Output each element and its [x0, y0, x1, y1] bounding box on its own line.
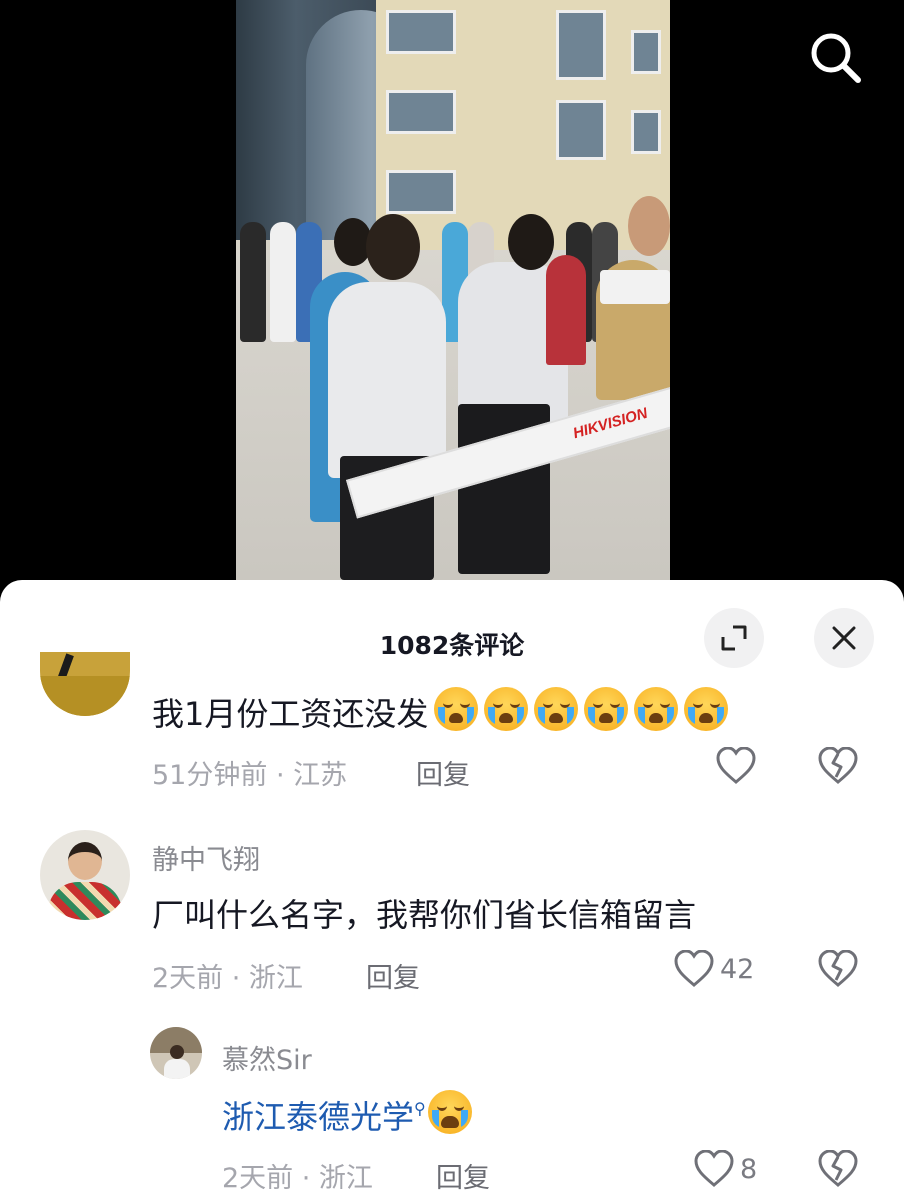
crying-emoji-icon: [584, 687, 629, 731]
like-count: 42: [720, 953, 755, 985]
comment-username[interactable]: 静中飞翔: [152, 838, 260, 877]
heart-icon: [674, 950, 714, 987]
reply-button[interactable]: 回复: [436, 1156, 490, 1195]
laughing-emoji-icon: [427, 1090, 472, 1134]
avatar[interactable]: [150, 1027, 202, 1079]
reply-text[interactable]: 浙江泰德光学⚲: [222, 1090, 472, 1138]
building-right: [376, 0, 670, 250]
avatar[interactable]: [40, 652, 130, 716]
comment-time: 2天前 · 浙江: [152, 963, 303, 994]
crying-emoji-icon: [634, 687, 679, 731]
reply-time: 2天前 · 浙江: [222, 1163, 373, 1194]
search-icon: [811, 33, 861, 83]
search-small-icon[interactable]: ⚲: [414, 1099, 426, 1118]
crying-emoji-icon: [534, 687, 579, 731]
comment-text: 我1月份工资还没发: [152, 687, 729, 735]
like-count: 8: [740, 1153, 758, 1185]
search-link-text[interactable]: 浙江泰德光学: [222, 1098, 414, 1136]
crying-emoji-icon: [434, 687, 479, 731]
like-button[interactable]: 42: [674, 950, 754, 988]
dislike-button[interactable]: [818, 1149, 858, 1192]
dislike-button[interactable]: [818, 949, 858, 992]
dislike-button[interactable]: [818, 746, 858, 789]
broken-heart-icon: [818, 746, 858, 784]
video-frame[interactable]: HIKVISION: [236, 0, 670, 600]
comment-text: 厂叫什么名字，我帮你们省长信箱留言: [152, 896, 697, 934]
broken-heart-icon: [818, 1149, 858, 1187]
comments-title: 1082条评论: [379, 631, 525, 660]
heart-icon: [694, 1150, 734, 1187]
video-area[interactable]: HIKVISION: [0, 0, 904, 600]
crying-emoji-icon: [684, 687, 729, 731]
camera-device: [600, 270, 670, 304]
crying-emoji-icon: [484, 687, 529, 731]
like-button[interactable]: [716, 747, 756, 785]
comments-sheet: 1082条评论 我1月份工资还没发 51分钟前 · 江苏 回复 静中飞翔 厂叫什…: [0, 580, 904, 1200]
heart-icon: [716, 747, 756, 784]
close-icon: [832, 626, 856, 650]
reply-button[interactable]: 回复: [366, 956, 420, 995]
close-button[interactable]: [814, 608, 874, 668]
like-button[interactable]: 8: [694, 1150, 757, 1188]
expand-icon: [721, 625, 747, 651]
expand-button[interactable]: [704, 608, 764, 668]
avatar[interactable]: [40, 830, 130, 920]
broken-heart-icon: [818, 949, 858, 987]
reply-button[interactable]: 回复: [416, 753, 470, 792]
reply-username[interactable]: 慕然Sir: [222, 1038, 312, 1077]
comment-time: 51分钟前 · 江苏: [152, 760, 348, 791]
search-button[interactable]: [806, 28, 866, 88]
